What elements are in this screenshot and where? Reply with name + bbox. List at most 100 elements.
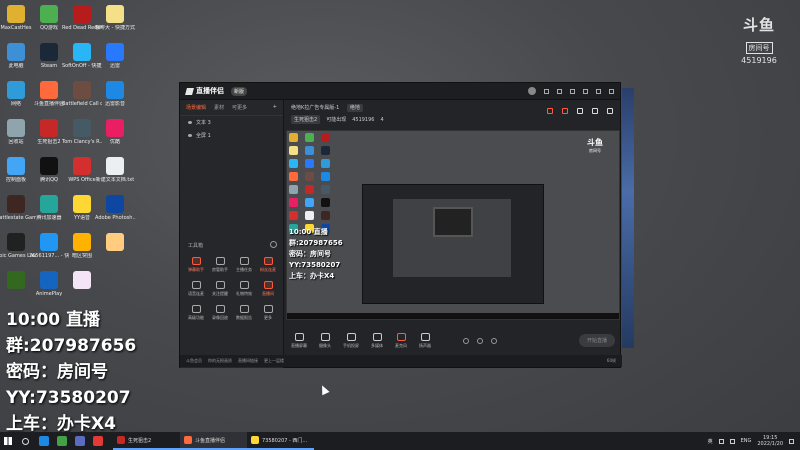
eye-icon[interactable] <box>188 134 192 137</box>
taskbar-task[interactable]: 斗鱼直播伴侣 <box>180 432 247 450</box>
scene-item[interactable]: 全屏 1 <box>180 129 283 142</box>
tool-label: 直播间 <box>262 291 274 296</box>
toolbox-item[interactable]: 粉丝连麦 <box>256 257 280 273</box>
go-live-button[interactable]: 开始直播 <box>578 334 615 347</box>
task-icon <box>251 436 259 444</box>
desktop-icon[interactable]: 优酷 <box>95 119 135 145</box>
scene-item[interactable]: 文本 3 <box>180 116 283 129</box>
preview-overlay-line: 上车：办卡X4 <box>289 272 335 280</box>
pinned-app-icon[interactable] <box>93 436 103 446</box>
minimize-icon[interactable] <box>596 88 601 94</box>
task-label: 斗鱼直播伴侣 <box>195 437 226 444</box>
record-icon[interactable] <box>577 108 583 114</box>
titlebar-actions <box>528 87 614 95</box>
tool-icon <box>215 257 225 265</box>
monitor-icon <box>294 332 304 341</box>
pinned-app-icon[interactable] <box>39 436 49 446</box>
search-icon[interactable] <box>22 437 29 445</box>
toolbox-item[interactable]: 礼物特效 <box>232 281 256 297</box>
volume-icon[interactable] <box>729 438 735 444</box>
screen-capture-button[interactable]: 直播屏幕 <box>291 332 307 349</box>
media-button[interactable]: 多媒体 <box>371 332 383 349</box>
toolbox-settings-icon[interactable] <box>270 241 277 248</box>
taskbar-task[interactable]: 73580207 - 西门... <box>247 432 314 450</box>
toolbox-item[interactable]: 主播任务 <box>232 257 256 273</box>
tab-more[interactable]: 可更多 <box>232 104 247 111</box>
toolbox-item[interactable]: 关注提醒 <box>208 281 232 297</box>
task-label: 73580207 - 西门... <box>262 437 308 444</box>
phone-cast-button[interactable]: 手机投屏 <box>343 332 359 349</box>
network-icon[interactable] <box>718 438 724 444</box>
tab-scene-edit[interactable]: 场景编辑 <box>186 104 206 111</box>
pinned-app-icon[interactable] <box>57 436 67 446</box>
toolbox-item[interactable]: 更多 <box>256 305 280 321</box>
gear-icon[interactable] <box>491 337 497 344</box>
ime-indicator[interactable]: 英 <box>708 438 713 445</box>
control-label: 摄像头 <box>319 342 331 348</box>
viewer-count: 4 <box>380 116 384 123</box>
desktop-icon[interactable]: Adobe Photosh... <box>95 195 135 221</box>
settings-icon[interactable] <box>570 88 575 94</box>
more-icon[interactable] <box>607 108 613 114</box>
record-video-icon[interactable] <box>463 337 469 344</box>
toolbox-item[interactable]: 高级功能 <box>184 305 208 321</box>
tool-icon <box>239 257 249 265</box>
toolbox-item[interactable]: 房管助手 <box>208 257 232 273</box>
share-icon[interactable] <box>562 108 568 114</box>
app-icon <box>7 81 25 99</box>
add-icon[interactable]: + <box>273 104 277 111</box>
app-icon <box>7 43 25 61</box>
skin-icon[interactable] <box>557 88 562 94</box>
version-pill[interactable]: 新版 <box>231 86 248 96</box>
desktop-icon[interactable] <box>95 233 135 253</box>
stream-preview[interactable]: 斗鱼 房间号 10:00 直播 群:207987656 密码：房间号 YY:73… <box>286 130 620 320</box>
notification-icon[interactable] <box>789 438 794 444</box>
app-logo-icon <box>185 87 194 95</box>
overlay-line-time: 10:00 直播 <box>6 310 101 330</box>
tool-label: 录像回放 <box>212 315 228 320</box>
app-titlebar[interactable]: 直播伴侣 新版 <box>180 83 620 100</box>
windows-icon <box>4 437 12 445</box>
microphone-button[interactable]: 麦克风 <box>395 332 407 349</box>
app-icon <box>40 157 58 175</box>
desktop-icon[interactable] <box>62 271 102 291</box>
desktop-icon[interactable]: 新建文本文档.txt <box>95 157 135 183</box>
desktop-icon[interactable]: 咖啡大 - 快捷方式 <box>95 5 135 31</box>
menu-icon[interactable] <box>583 88 588 94</box>
gift-icon[interactable] <box>547 108 553 114</box>
toolbox-item[interactable]: 直播间 <box>256 281 280 297</box>
notify-icon[interactable] <box>592 108 598 114</box>
tab-material[interactable]: 素材 <box>214 104 224 111</box>
clock[interactable]: 19:15 2022/1/20 <box>757 435 783 447</box>
message-icon[interactable] <box>544 88 549 94</box>
close-icon[interactable] <box>609 88 614 94</box>
toolbox-item[interactable]: 录像回放 <box>208 305 232 321</box>
room-name[interactable]: 绝地K拉广告专属版-1 <box>291 105 339 111</box>
speaker-button[interactable]: 扬声器 <box>419 332 431 349</box>
pinned-app-icon[interactable] <box>75 436 85 446</box>
clock-icon[interactable] <box>477 337 483 344</box>
control-label: 扬声器 <box>419 342 431 348</box>
room-tag[interactable]: 绝地 <box>346 104 363 112</box>
user-avatar[interactable] <box>528 87 536 95</box>
control-label: 多媒体 <box>371 342 383 348</box>
background-window-edge[interactable] <box>622 88 634 348</box>
desktop-icon[interactable]: 迅雷影音 <box>95 81 135 107</box>
preview-overlay-line: YY:73580207 <box>289 261 341 269</box>
room-category[interactable]: 生死狙击2 <box>291 115 321 124</box>
watermark-room-label: 房间号 <box>745 42 773 54</box>
start-button[interactable] <box>0 437 16 445</box>
taskbar-task[interactable]: 生死狙击2 <box>113 432 180 450</box>
camera-button[interactable]: 摄像头 <box>319 332 331 349</box>
toolbox-item[interactable]: 语音连麦 <box>184 281 208 297</box>
streaming-app-window[interactable]: 直播伴侣 新版 场景编辑 素材 可更多 + 文本 3 全屏 1 工具箱 弹幕助手… <box>179 82 622 368</box>
toolbox-item[interactable]: 弹幕助手 <box>184 257 208 273</box>
eye-icon[interactable] <box>188 121 192 124</box>
system-tray: 英 ENG 19:15 2022/1/20 <box>708 435 800 447</box>
language-indicator[interactable]: ENG <box>741 438 752 444</box>
control-label: 麦克风 <box>395 342 407 348</box>
scene-tabs: 场景编辑 素材 可更多 + <box>180 100 283 116</box>
toolbox-item[interactable]: 数据报告 <box>232 305 256 321</box>
desktop-icon[interactable]: 迅雷 <box>95 43 135 69</box>
app-icon <box>106 43 124 61</box>
